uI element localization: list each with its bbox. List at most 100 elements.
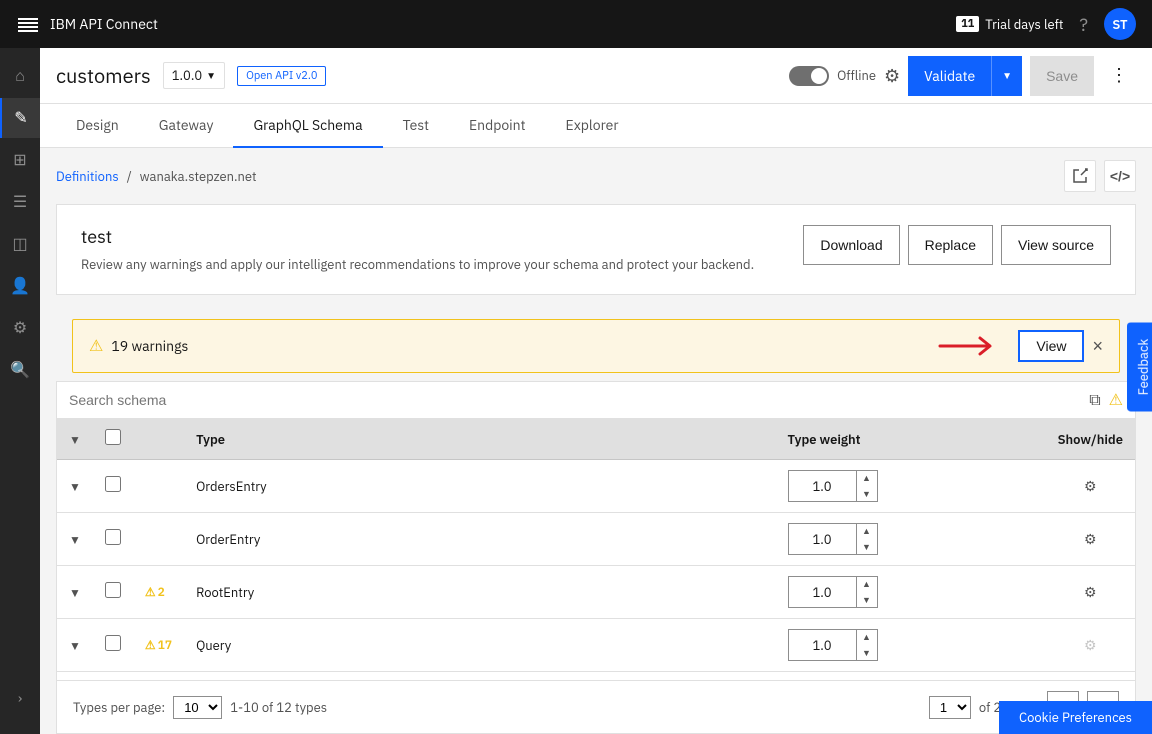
row-checkbox[interactable] [105,529,121,545]
col-showhide-header: Show/hide [1046,419,1135,460]
type-name: Query [196,637,231,654]
showhide-gear-icon[interactable]: ⚙ [1084,477,1097,495]
tab-test[interactable]: Test [383,104,449,148]
row-showhide-cell: ⚙ [1046,460,1135,513]
weight-down-button[interactable]: ▼ [857,539,877,555]
warning-count: 2 [158,585,165,600]
sidebar-item-home[interactable]: ⌂ [0,56,40,96]
weight-arrows: ▲ ▼ [856,470,877,502]
warning-filter-icon[interactable]: ⚠ [1109,390,1123,410]
type-name: RootEntry [196,584,254,601]
weight-column-label: Type weight [788,431,861,448]
weight-spinner[interactable]: 1.0 ▲ ▼ [788,629,878,661]
weight-up-button[interactable]: ▲ [857,470,877,486]
page-select[interactable]: 1 2 [929,696,971,719]
warning-icon: ⚠ [89,336,103,356]
open-api-badge: Open API v2.0 [237,66,326,86]
warnings-close-button[interactable]: × [1092,336,1103,357]
topbar-right: 11 Trial days left ? ST [956,8,1136,40]
warning-icon: ⚠ [145,585,156,600]
validate-label: Validate [924,67,975,85]
row-expand-icon[interactable]: ▼ [69,639,81,654]
col-type-header: Type [184,419,775,460]
weight-down-button[interactable]: ▼ [857,592,877,608]
expand-all-icon[interactable]: ▼ [69,433,81,448]
tab-explorer[interactable]: Explorer [546,104,639,148]
weight-up-button[interactable]: ▲ [857,523,877,539]
save-button[interactable]: Save [1030,56,1094,96]
table-row: ▼ ⚠ 2 RootEntry 1.0 [57,566,1135,619]
offline-toggle[interactable] [789,66,829,86]
weight-value: 1.0 [789,637,856,654]
version-select[interactable]: 1.0.0 ▼ [163,62,225,89]
select-all-checkbox[interactable] [105,429,121,445]
topbar: IBM API Connect 11 Trial days left ? ST [0,0,1152,48]
row-empty-cell [896,460,1046,513]
offline-label: Offline [837,67,876,84]
sidebar-item-settings[interactable]: ⚙ [0,308,40,348]
row-expand-icon[interactable]: ▼ [69,533,81,548]
weight-down-button[interactable]: ▼ [857,486,877,502]
row-expand-icon[interactable]: ▼ [69,480,81,495]
cookie-preferences-button[interactable]: Cookie Preferences [999,701,1152,734]
replace-button[interactable]: Replace [908,225,993,265]
table-row: ▼ ⚠ 17 Query 1.0 [57,619,1135,672]
row-check-cell [93,460,133,513]
app-title: IBM API Connect [50,15,158,33]
validate-button[interactable]: Validate [908,56,991,96]
sidebar-item-document[interactable]: ☰ [0,182,40,222]
sidebar-item-edit[interactable]: ✎ [0,98,40,138]
breadcrumb-parent-link[interactable]: Definitions [56,168,119,185]
weight-up-button[interactable]: ▲ [857,576,877,592]
tab-endpoint[interactable]: Endpoint [449,104,546,148]
table-section: ⧉ ⚠ ▼ [56,381,1136,734]
row-warning-badge: ⚠ 2 [145,585,172,600]
table-body: ▼ OrdersEntry 1.0 [57,460,1135,680]
row-checkbox[interactable] [105,476,121,492]
row-checkbox[interactable] [105,582,121,598]
table-row: ▼ OrdersEntry 1.0 [57,460,1135,513]
warnings-banner: ⚠ 19 warnings View × [72,319,1120,373]
sidebar-expand-icon[interactable]: › [0,678,40,718]
code-icon[interactable]: </> [1104,160,1136,192]
view-source-button[interactable]: View source [1001,225,1111,265]
types-table: ▼ Type Type weight [57,419,1135,680]
weight-down-button[interactable]: ▼ [857,645,877,661]
weight-spinner[interactable]: 1.0 ▲ ▼ [788,470,878,502]
weight-spinner[interactable]: 1.0 ▲ ▼ [788,576,878,608]
download-button[interactable]: Download [803,225,899,265]
edit-external-icon[interactable] [1064,160,1096,192]
search-input[interactable] [69,392,1089,408]
filter-icon[interactable]: ⧉ [1089,390,1100,410]
table-header: ▼ Type Type weight [57,419,1135,460]
help-icon[interactable]: ? [1079,13,1088,36]
showhide-gear-icon[interactable]: ⚙ [1084,530,1097,548]
more-options-button[interactable]: ⋮ [1102,57,1136,94]
sidebar-item-users[interactable]: 👤 [0,266,40,306]
showhide-gear-icon[interactable]: ⚙ [1084,583,1097,601]
row-expand-icon[interactable]: ▼ [69,586,81,601]
weight-spinner[interactable]: 1.0 ▲ ▼ [788,523,878,555]
feedback-tab[interactable]: Feedback [1127,323,1152,412]
types-per-page-label: Types per page: [73,699,165,716]
tab-graphql-schema[interactable]: GraphQL Schema [233,104,382,148]
validate-dropdown-button[interactable]: ▼ [992,56,1022,96]
avatar[interactable]: ST [1104,8,1136,40]
col-warn [133,419,184,460]
sidebar-item-search[interactable]: 🔍 [0,350,40,390]
validate-chevron-icon: ▼ [1002,69,1012,82]
sidebar-item-chart[interactable]: ◫ [0,224,40,264]
tab-design[interactable]: Design [56,104,139,148]
schema-header: test Review any warnings and apply our i… [81,225,1111,274]
weight-up-button[interactable]: ▲ [857,629,877,645]
tab-gateway[interactable]: Gateway [139,104,234,148]
weight-value: 1.0 [789,584,856,601]
sub-header-right: Offline ⚙ Validate ▼ Save ⋮ [789,56,1136,96]
warnings-view-button[interactable]: View [1018,330,1084,362]
settings-icon[interactable]: ⚙ [884,64,900,87]
page-size-select[interactable]: 10 25 50 [173,696,222,719]
sidebar-item-apps[interactable]: ⊞ [0,140,40,180]
row-checkbox[interactable] [105,635,121,651]
main-wrapper: customers 1.0.0 ▼ Open API v2.0 Offline … [40,48,1152,734]
row-weight-cell: 1.0 ▲ ▼ [776,460,896,513]
